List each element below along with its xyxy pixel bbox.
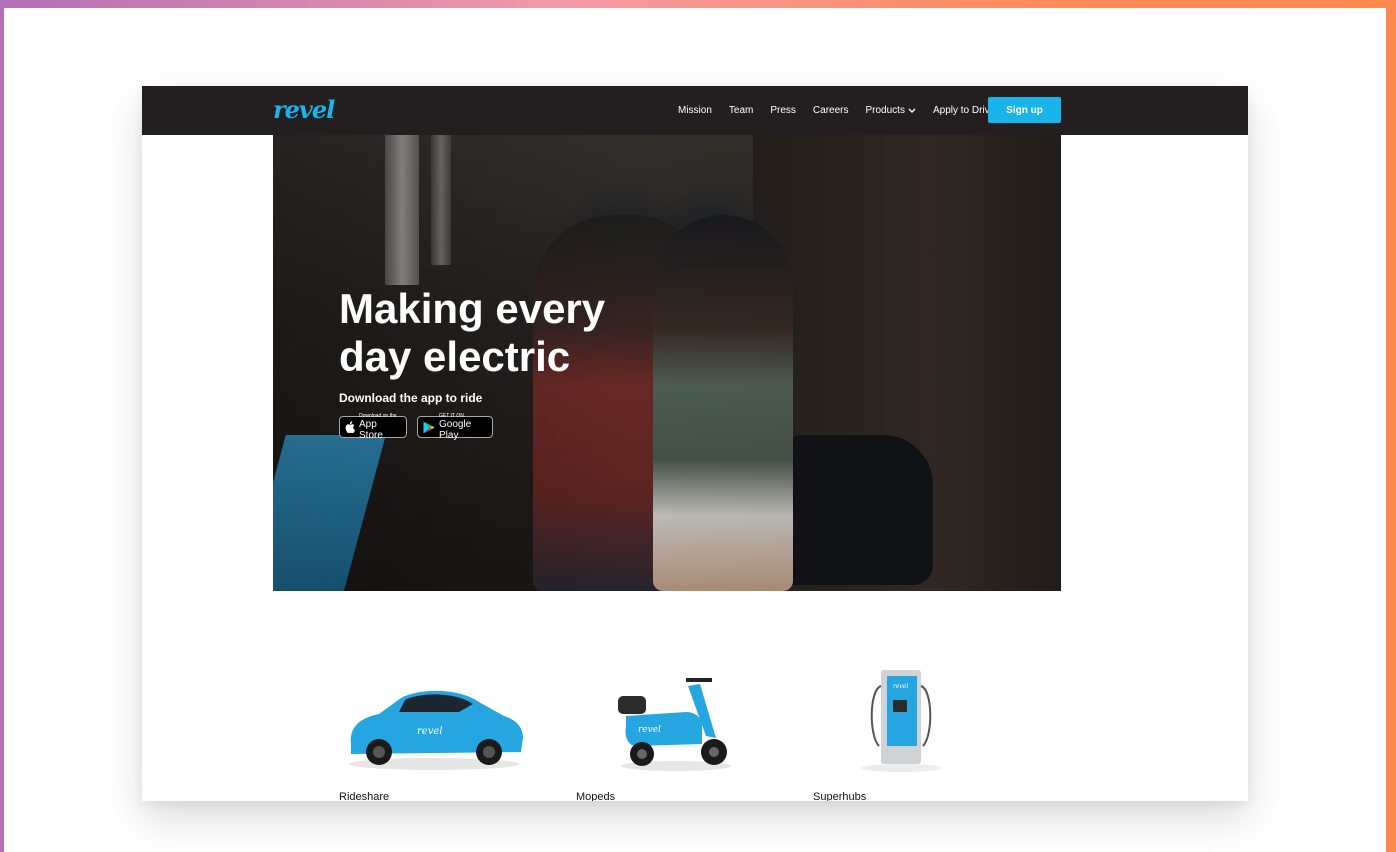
moped-image: revel <box>618 678 731 771</box>
hero-title-line: Making every <box>339 285 606 332</box>
nav-link-products[interactable]: Products <box>866 105 916 116</box>
hero-video: Making every day electric Download the a… <box>273 135 1061 591</box>
electric-car-image: revel <box>349 690 523 770</box>
product-label: Superhubs <box>813 791 867 801</box>
google-play-text: GET IT ON Google Play <box>439 413 487 441</box>
sign-up-button[interactable]: Sign up <box>988 97 1061 123</box>
app-store-big-text: App Store <box>359 419 383 441</box>
charging-station-image: revel <box>861 670 941 772</box>
website-window: revel Mission Team Press Careers Product… <box>142 86 1248 801</box>
nav-link-apply-to-drive[interactable]: Apply to Drive <box>933 105 995 116</box>
google-play-icon <box>423 421 435 434</box>
hero-title: Making every day electric <box>339 285 659 381</box>
nav-link-mission[interactable]: Mission <box>678 105 712 116</box>
product-card-superhubs[interactable]: revel Superhubs <box>813 646 1013 801</box>
app-store-button[interactable]: Download on the App Store <box>339 413 407 441</box>
svg-text:revel: revel <box>893 683 908 690</box>
hero-subtitle: Download the app to ride <box>339 391 483 405</box>
hero-title-line: day electric <box>339 333 571 380</box>
product-card-rideshare[interactable]: revel Rideshare <box>339 646 539 801</box>
svg-text:revel: revel <box>417 726 442 737</box>
app-store-text: Download on the App Store <box>359 413 401 441</box>
navbar: revel Mission Team Press Careers Product… <box>142 86 1248 135</box>
nav-link-products-label: Products <box>865 105 905 116</box>
apple-icon <box>345 421 355 433</box>
product-card-mopeds[interactable]: revel Mopeds <box>576 646 776 801</box>
product-label: Mopeds <box>576 791 616 801</box>
nav-link-press[interactable]: Press <box>770 105 796 116</box>
products-section: revel Rideshare revel Mopeds revel Super… <box>142 646 1248 801</box>
revel-logo[interactable]: revel <box>273 95 335 124</box>
product-label: Rideshare <box>339 791 390 801</box>
nav-link-team[interactable]: Team <box>729 105 753 116</box>
google-play-button[interactable]: GET IT ON Google Play <box>417 413 493 441</box>
nav-link-careers[interactable]: Careers <box>813 105 849 116</box>
chevron-down-icon <box>908 108 916 113</box>
nav-links: Mission Team Press Careers Products Appl… <box>678 86 1012 135</box>
google-play-big-text: Google Play <box>439 419 472 441</box>
svg-text:revel: revel <box>638 725 661 735</box>
